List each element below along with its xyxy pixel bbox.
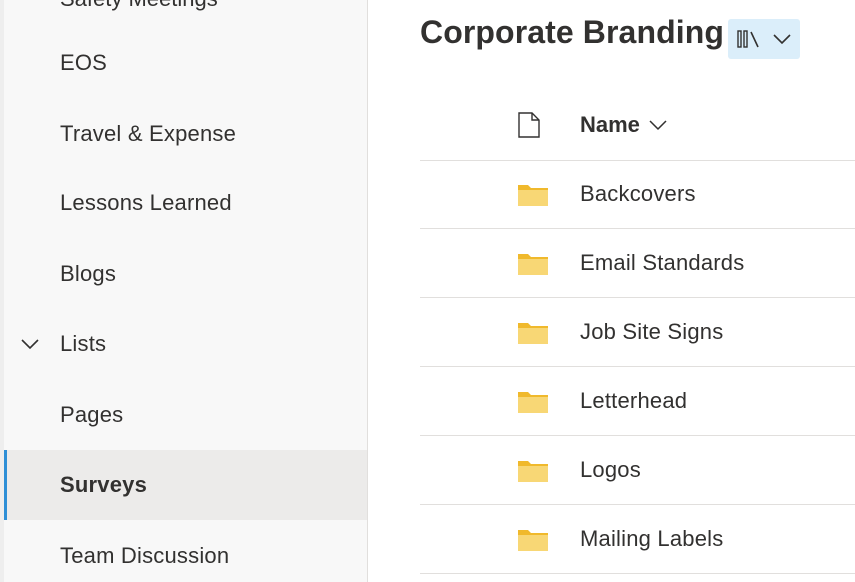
sort-chevron-icon (649, 120, 667, 131)
nav-item-label: Lessons Learned (60, 190, 232, 215)
file-row[interactable]: Mailing Labels (420, 505, 855, 574)
chevron-down-icon[interactable] (20, 334, 40, 354)
file-row[interactable]: Job Site Signs (420, 298, 855, 367)
nav-item-label: Blogs (60, 261, 117, 286)
nav-item-lists[interactable]: Lists (4, 309, 367, 379)
file-row[interactable]: Backcovers (420, 160, 855, 229)
main-content: Corporate Branding Name Backcovers Email… (368, 0, 855, 582)
nav-item-blogs[interactable]: Blogs (4, 239, 367, 309)
file-name[interactable]: Email Standards (580, 250, 744, 276)
name-column-label: Name (580, 112, 640, 137)
nav-item-travel-expense[interactable]: Travel & Expense (4, 99, 367, 169)
file-name[interactable]: Letterhead (580, 388, 687, 414)
column-header-row: Name (420, 90, 855, 161)
file-row[interactable]: Letterhead (420, 367, 855, 436)
name-column-header[interactable]: Name (580, 112, 668, 138)
nav-item-pages[interactable]: Pages (4, 380, 367, 450)
library-icon (737, 30, 759, 48)
nav-item-label: Team Discussion (60, 543, 230, 568)
chevron-down-icon (773, 34, 791, 45)
nav-item-cut-label: Safety Meetings (60, 0, 218, 12)
nav-item-label: Lists (60, 331, 107, 356)
nav-item-label: Pages (60, 402, 124, 427)
file-row[interactable]: Logos (420, 436, 855, 505)
folder-icon (518, 461, 548, 482)
nav-item-team-discussion[interactable]: Team Discussion (4, 521, 367, 582)
nav-item-surveys[interactable]: Surveys (4, 450, 367, 520)
left-navigation: Safety Meetings EOS Travel & Expense Les… (0, 0, 368, 582)
folder-icon (518, 185, 548, 206)
folder-icon (518, 392, 548, 413)
nav-item-eos[interactable]: EOS (4, 28, 367, 98)
page-title: Corporate Branding (420, 14, 725, 50)
folder-icon (518, 323, 548, 344)
nav-item-lessons-learned[interactable]: Lessons Learned (4, 168, 367, 238)
file-name[interactable]: Mailing Labels (580, 526, 723, 552)
file-name[interactable]: Backcovers (580, 181, 696, 207)
nav-item-label: EOS (60, 50, 108, 75)
file-name[interactable]: Logos (580, 457, 641, 483)
view-switcher-button[interactable] (728, 19, 800, 59)
document-icon[interactable] (518, 112, 540, 138)
folder-icon (518, 254, 548, 275)
nav-item-label: Travel & Expense (60, 121, 237, 146)
folder-icon (518, 530, 548, 551)
file-row[interactable]: Email Standards (420, 229, 855, 298)
file-name[interactable]: Job Site Signs (580, 319, 723, 345)
nav-item-label: Surveys (60, 472, 148, 497)
